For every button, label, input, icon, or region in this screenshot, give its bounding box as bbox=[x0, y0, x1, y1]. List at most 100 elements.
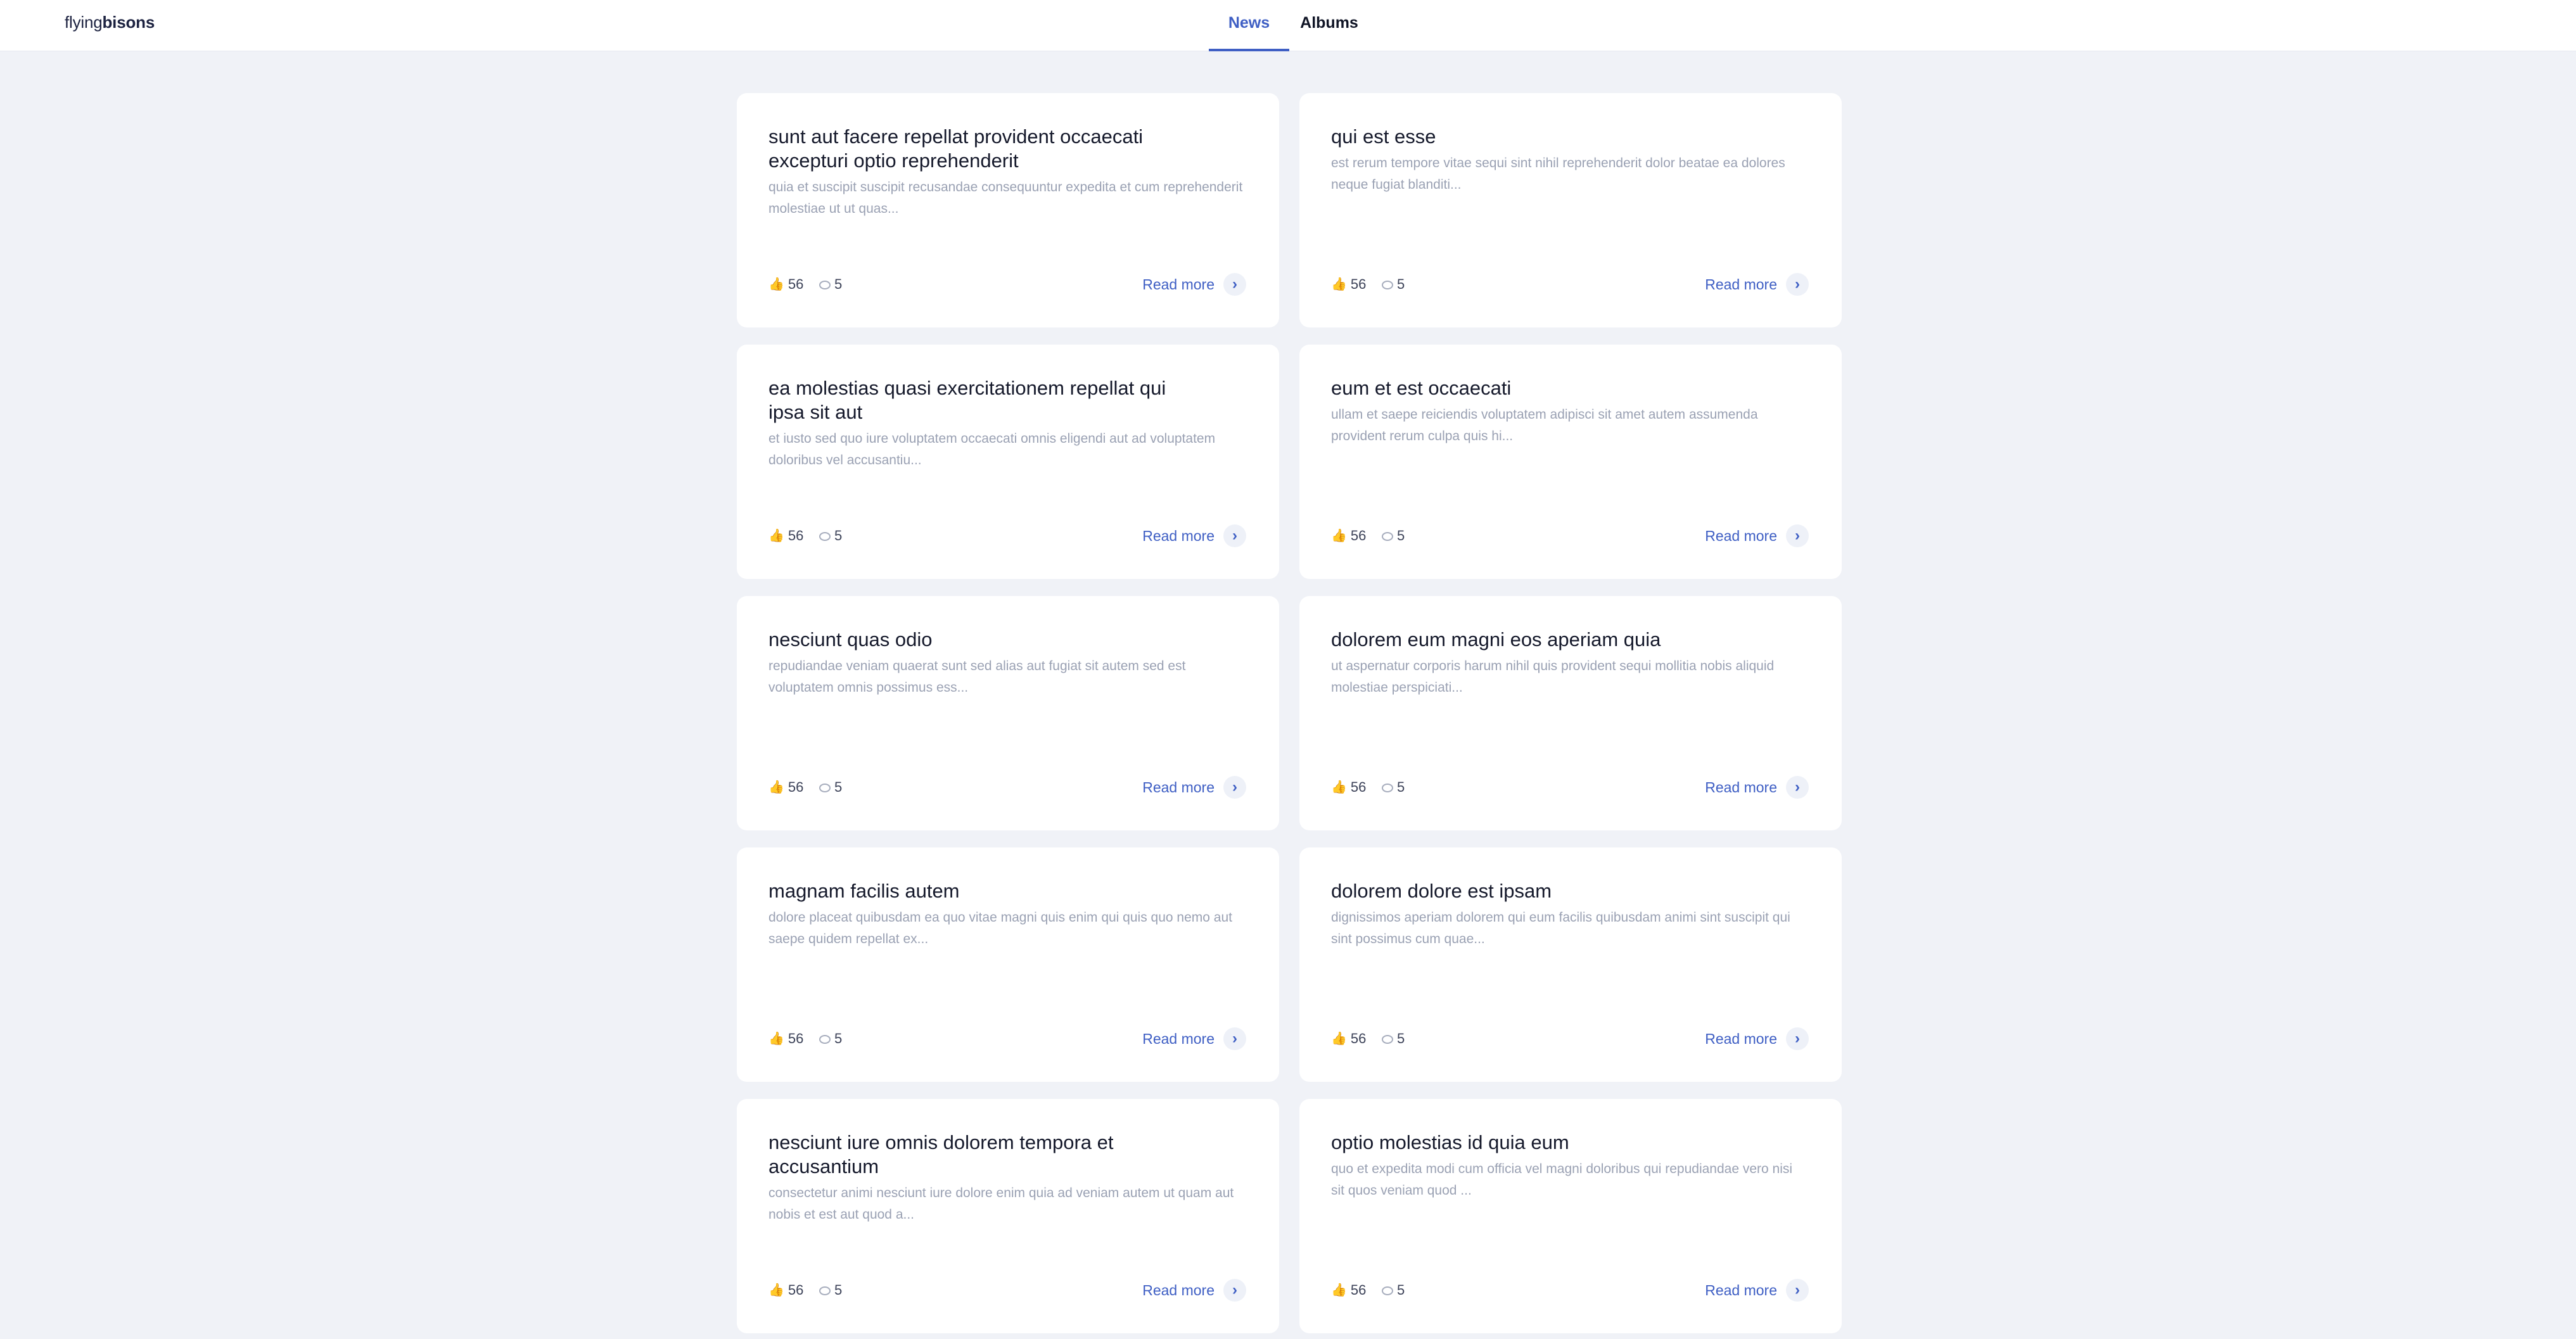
likes-count: 56 bbox=[1350, 276, 1367, 292]
card-footer: 👍 56 5 Read more › bbox=[1331, 1027, 1809, 1050]
read-more-link[interactable]: Read more › bbox=[1142, 273, 1246, 296]
comment-icon bbox=[1382, 1035, 1393, 1044]
post-excerpt: repudiandae veniam quaerat sunt sed alia… bbox=[768, 659, 1186, 695]
chevron-right-icon: › bbox=[1223, 776, 1246, 799]
post-title: ea molestias quasi exercitationem repell… bbox=[768, 377, 1166, 423]
read-more-label: Read more bbox=[1705, 1031, 1777, 1047]
post-title: eum et est occaecati bbox=[1331, 377, 1512, 399]
likes-count: 56 bbox=[787, 528, 804, 543]
comments-stat: 5 bbox=[1382, 778, 1405, 796]
post-title: dolorem eum magni eos aperiam quia bbox=[1331, 628, 1661, 650]
comments-count: 5 bbox=[1397, 528, 1405, 543]
chevron-right-icon: › bbox=[1223, 524, 1246, 547]
thumbs-up-icon: 👍 bbox=[1331, 780, 1347, 794]
read-more-link[interactable]: Read more › bbox=[1705, 776, 1809, 799]
thumbs-up-icon: 👍 bbox=[1331, 529, 1347, 543]
news-card: eum et est occaecati ullam et saepe reic… bbox=[1299, 345, 1842, 579]
thumbs-up-icon: 👍 bbox=[1331, 1283, 1347, 1297]
likes-stat: 👍 56 bbox=[1331, 527, 1366, 545]
read-more-label: Read more bbox=[1705, 1282, 1777, 1298]
chevron-right-icon: › bbox=[1786, 524, 1809, 547]
comments-count: 5 bbox=[1397, 276, 1405, 292]
likes-stat: 👍 56 bbox=[1331, 276, 1366, 293]
likes-stat: 👍 56 bbox=[1331, 1281, 1366, 1299]
card-footer: 👍 56 5 Read more › bbox=[1331, 524, 1809, 547]
comments-count: 5 bbox=[834, 1282, 843, 1298]
card-footer: 👍 56 5 Read more › bbox=[768, 524, 1246, 547]
main-nav: News Albums bbox=[0, 0, 2576, 51]
likes-count: 56 bbox=[787, 276, 804, 292]
comment-icon bbox=[1382, 1286, 1393, 1295]
comments-count: 5 bbox=[834, 528, 843, 543]
read-more-label: Read more bbox=[1142, 528, 1215, 544]
comment-icon bbox=[1382, 281, 1393, 289]
news-card: nesciunt quas odio repudiandae veniam qu… bbox=[737, 596, 1279, 830]
comment-icon bbox=[1382, 784, 1393, 792]
comments-count: 5 bbox=[834, 276, 843, 292]
comments-stat: 5 bbox=[819, 778, 842, 796]
comment-icon bbox=[819, 784, 831, 792]
news-card: dolorem eum magni eos aperiam quia ut as… bbox=[1299, 596, 1842, 830]
read-more-link[interactable]: Read more › bbox=[1705, 273, 1809, 296]
post-excerpt: quo et expedita modi cum officia vel mag… bbox=[1331, 1162, 1793, 1198]
comments-stat: 5 bbox=[819, 1030, 842, 1048]
thumbs-up-icon: 👍 bbox=[768, 1032, 784, 1046]
comments-count: 5 bbox=[834, 1031, 843, 1046]
thumbs-up-icon: 👍 bbox=[768, 780, 784, 794]
likes-stat: 👍 56 bbox=[1331, 778, 1366, 796]
read-more-label: Read more bbox=[1705, 779, 1777, 796]
likes-count: 56 bbox=[1350, 1031, 1367, 1046]
comment-icon bbox=[819, 281, 831, 289]
read-more-label: Read more bbox=[1142, 1031, 1215, 1047]
post-excerpt: consectetur animi nesciunt iure dolore e… bbox=[768, 1186, 1234, 1222]
thumbs-up-icon: 👍 bbox=[1331, 277, 1347, 291]
comment-icon bbox=[819, 1035, 831, 1044]
post-excerpt: et iusto sed quo iure voluptatem occaeca… bbox=[768, 431, 1216, 467]
read-more-link[interactable]: Read more › bbox=[1142, 776, 1246, 799]
post-title: dolorem dolore est ipsam bbox=[1331, 880, 1552, 902]
comments-stat: 5 bbox=[819, 527, 842, 545]
card-footer: 👍 56 5 Read more › bbox=[768, 273, 1246, 296]
tab-news[interactable]: News bbox=[1209, 0, 1289, 51]
post-excerpt: ullam et saepe reiciendis voluptatem adi… bbox=[1331, 407, 1758, 443]
card-footer: 👍 56 5 Read more › bbox=[768, 1027, 1246, 1050]
read-more-label: Read more bbox=[1142, 276, 1215, 293]
comments-stat: 5 bbox=[1382, 1030, 1405, 1048]
likes-stat: 👍 56 bbox=[768, 527, 803, 545]
comments-stat: 5 bbox=[819, 1281, 842, 1299]
read-more-link[interactable]: Read more › bbox=[1142, 1027, 1246, 1050]
read-more-link[interactable]: Read more › bbox=[1705, 1027, 1809, 1050]
comments-count: 5 bbox=[1397, 779, 1405, 795]
comments-stat: 5 bbox=[1382, 527, 1405, 545]
comments-count: 5 bbox=[834, 779, 843, 795]
read-more-link[interactable]: Read more › bbox=[1142, 1279, 1246, 1302]
chevron-right-icon: › bbox=[1223, 1279, 1246, 1302]
card-footer: 👍 56 5 Read more › bbox=[1331, 273, 1809, 296]
likes-stat: 👍 56 bbox=[768, 276, 803, 293]
likes-stat: 👍 56 bbox=[1331, 1030, 1366, 1048]
likes-count: 56 bbox=[787, 779, 804, 795]
tab-albums[interactable]: Albums bbox=[1296, 0, 1362, 51]
read-more-link[interactable]: Read more › bbox=[1705, 1279, 1809, 1302]
likes-count: 56 bbox=[1350, 779, 1367, 795]
read-more-label: Read more bbox=[1705, 528, 1777, 544]
likes-count: 56 bbox=[787, 1031, 804, 1046]
read-more-link[interactable]: Read more › bbox=[1705, 524, 1809, 547]
news-card: magnam facilis autem dolore placeat quib… bbox=[737, 847, 1279, 1082]
comment-icon bbox=[819, 532, 831, 541]
chevron-right-icon: › bbox=[1786, 273, 1809, 296]
likes-stat: 👍 56 bbox=[768, 778, 803, 796]
post-title: nesciunt quas odio bbox=[768, 628, 933, 650]
post-title: sunt aut facere repellat provident occae… bbox=[768, 125, 1144, 172]
chevron-right-icon: › bbox=[1223, 273, 1246, 296]
thumbs-up-icon: 👍 bbox=[768, 277, 784, 291]
chevron-right-icon: › bbox=[1786, 1279, 1809, 1302]
chevron-right-icon: › bbox=[1223, 1027, 1246, 1050]
post-title: qui est esse bbox=[1331, 125, 1436, 148]
thumbs-up-icon: 👍 bbox=[768, 1283, 784, 1297]
read-more-link[interactable]: Read more › bbox=[1142, 524, 1246, 547]
post-excerpt: est rerum tempore vitae sequi sint nihil… bbox=[1331, 156, 1785, 192]
news-card: ea molestias quasi exercitationem repell… bbox=[737, 345, 1279, 579]
post-excerpt: quia et suscipit suscipit recusandae con… bbox=[768, 180, 1243, 216]
likes-stat: 👍 56 bbox=[768, 1030, 803, 1048]
